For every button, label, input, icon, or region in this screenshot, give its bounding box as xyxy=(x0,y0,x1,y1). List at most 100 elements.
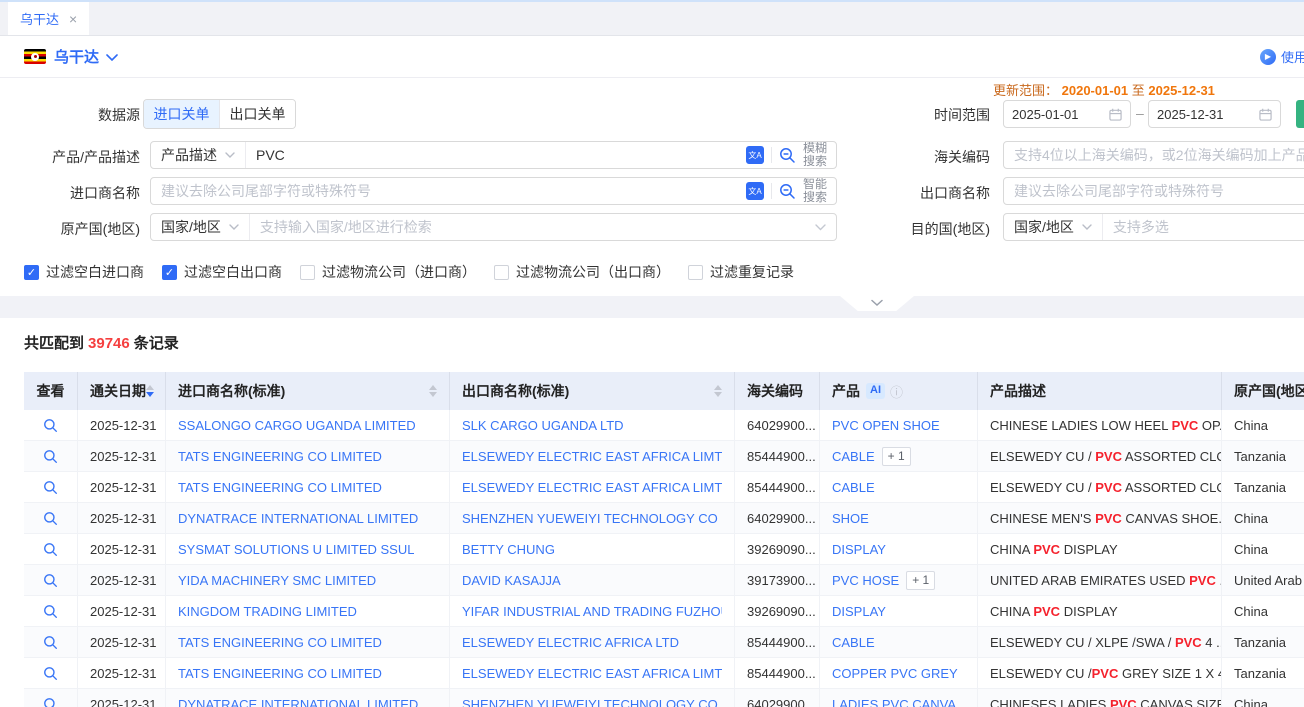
origin-type-select[interactable]: 国家/地区 xyxy=(151,214,250,240)
more-products-badge[interactable]: + 1 xyxy=(906,571,935,590)
cell-hs: 39269090... xyxy=(735,596,820,626)
importer-link[interactable]: TATS ENGINEERING CO LIMITED xyxy=(178,480,382,495)
exporter-link[interactable]: YIFAR INDUSTRIAL AND TRADING FUZHOU... xyxy=(462,604,722,619)
view-record-icon[interactable] xyxy=(43,480,58,495)
product-link[interactable]: SHOE xyxy=(832,511,869,526)
country-selector[interactable]: 乌干达 xyxy=(54,46,99,67)
sort-desc-icon[interactable] xyxy=(146,392,154,397)
sort-control[interactable] xyxy=(714,385,722,397)
date-start-input[interactable]: 2025-01-01 xyxy=(1003,100,1131,128)
view-record-icon[interactable] xyxy=(43,418,58,433)
search-button[interactable] xyxy=(1296,100,1304,128)
fuzzy-search-label[interactable]: 模糊搜索 xyxy=(803,142,827,168)
view-record-icon[interactable] xyxy=(43,573,58,588)
filter-checkbox[interactable]: ✓过滤空白进口商 xyxy=(24,262,144,282)
importer-link[interactable]: SYSMAT SOLUTIONS U LIMITED SSUL xyxy=(178,542,414,557)
cell-importer: DYNATRACE INTERNATIONAL LIMITED xyxy=(166,689,450,707)
product-link[interactable]: COPPER PVC GREY xyxy=(832,666,958,681)
product-link[interactable]: CABLE xyxy=(832,480,875,495)
exporter-link[interactable]: BETTY CHUNG xyxy=(462,542,555,557)
importer-input[interactable] xyxy=(151,179,737,203)
product-link[interactable]: DISPLAY xyxy=(832,542,886,557)
sort-desc-icon[interactable] xyxy=(714,392,722,397)
hs-code-input[interactable] xyxy=(1004,143,1304,167)
column-header-exporter[interactable]: 出口商名称(标准) xyxy=(450,372,735,410)
importer-link[interactable]: KINGDOM TRADING LIMITED xyxy=(178,604,357,619)
sort-asc-icon[interactable] xyxy=(146,385,154,390)
importer-link[interactable]: DYNATRACE INTERNATIONAL LIMITED xyxy=(178,511,418,526)
exporter-link[interactable]: ELSEWEDY ELECTRIC EAST AFRICA LIMTED xyxy=(462,480,722,495)
product-input[interactable] xyxy=(246,143,737,167)
exporter-link[interactable]: DAVID KASAJJA xyxy=(462,573,561,588)
importer-link[interactable]: TATS ENGINEERING CO LIMITED xyxy=(178,666,382,681)
product-link[interactable]: PVC OPEN SHOE xyxy=(832,418,940,433)
sort-asc-icon[interactable] xyxy=(714,385,722,390)
product-link[interactable]: LADIES PVC CANVA xyxy=(832,697,956,707)
date-value: 2025-12-31 xyxy=(90,573,157,588)
info-icon[interactable]: ⓘ xyxy=(890,382,903,401)
destination-country-input[interactable] xyxy=(1103,215,1304,239)
filter-checkbox[interactable]: ✓过滤空白出口商 xyxy=(162,262,282,282)
filter-checkbox[interactable]: 过滤重复记录 xyxy=(688,262,794,282)
destination-type-select[interactable]: 国家/地区 xyxy=(1004,214,1103,240)
sort-asc-icon[interactable] xyxy=(429,385,437,390)
chevron-down-icon[interactable] xyxy=(805,224,836,231)
product-link[interactable]: DISPLAY xyxy=(832,604,886,619)
smart-search-label[interactable]: 智能搜索 xyxy=(803,178,827,204)
cell-exporter: BETTY CHUNG xyxy=(450,534,735,564)
exporter-link[interactable]: ELSEWEDY ELECTRIC AFRICA LTD xyxy=(462,635,679,650)
view-record-icon[interactable] xyxy=(43,542,58,557)
column-header-importer[interactable]: 进口商名称(标准) xyxy=(166,372,450,410)
translate-icon[interactable]: 文A xyxy=(746,146,764,164)
filter-checkbox[interactable]: 过滤物流公司（进口商） xyxy=(300,262,476,282)
help-link[interactable]: ▶ 使用 xyxy=(1260,47,1304,66)
sort-control[interactable] xyxy=(146,385,154,397)
product-link[interactable]: PVC HOSE xyxy=(832,573,899,588)
column-header-date[interactable]: 通关日期 xyxy=(78,372,166,410)
smart-search-icon[interactable] xyxy=(779,183,796,200)
view-record-icon[interactable] xyxy=(43,604,58,619)
data-source-option[interactable]: 进口关单 xyxy=(144,100,219,128)
exporter-input[interactable] xyxy=(1004,179,1304,203)
cell-desc: ELSEWEDY CU /PVC GREY SIZE 1 X 4... xyxy=(978,658,1222,688)
divider xyxy=(771,147,772,163)
view-record-icon[interactable] xyxy=(43,635,58,650)
cell-origin: Tanzania xyxy=(1222,627,1304,657)
view-record-icon[interactable] xyxy=(43,511,58,526)
exporter-link[interactable]: SLK CARGO UGANDA LTD xyxy=(462,418,624,433)
hs-value: 85444900... xyxy=(747,666,816,681)
product-link[interactable]: CABLE xyxy=(832,449,875,464)
product-type-select[interactable]: 产品描述 xyxy=(151,142,246,168)
more-products-badge[interactable]: + 1 xyxy=(882,447,911,466)
update-range-start: 2020-01-01 xyxy=(1062,83,1129,98)
sort-control[interactable] xyxy=(429,385,437,397)
date-end-input[interactable]: 2025-12-31 xyxy=(1148,100,1281,128)
sort-desc-icon[interactable] xyxy=(429,392,437,397)
data-source-option[interactable]: 出口关单 xyxy=(219,100,295,128)
product-label: 产品/产品描述 xyxy=(0,147,140,167)
translate-icon[interactable]: 文A xyxy=(746,182,764,200)
collapse-form-button[interactable] xyxy=(840,296,914,311)
exporter-link[interactable]: ELSEWEDY ELECTRIC EAST AFRICA LIMTED xyxy=(462,666,722,681)
update-range-to: 至 xyxy=(1132,83,1145,98)
importer-link[interactable]: DYNATRACE INTERNATIONAL LIMITED xyxy=(178,697,418,707)
importer-link[interactable]: TATS ENGINEERING CO LIMITED xyxy=(178,449,382,464)
origin-country-input[interactable] xyxy=(250,215,805,239)
view-record-icon[interactable] xyxy=(43,666,58,681)
filter-checkbox[interactable]: 过滤物流公司（出口商） xyxy=(494,262,670,282)
filter-checkbox-label: 过滤物流公司（进口商） xyxy=(322,262,476,282)
product-link[interactable]: CABLE xyxy=(832,635,875,650)
importer-link[interactable]: TATS ENGINEERING CO LIMITED xyxy=(178,635,382,650)
close-icon[interactable]: × xyxy=(69,12,77,26)
importer-link[interactable]: SSALONGO CARGO UGANDA LIMITED xyxy=(178,418,416,433)
view-record-icon[interactable] xyxy=(43,449,58,464)
importer-link[interactable]: YIDA MACHINERY SMC LIMITED xyxy=(178,573,376,588)
tab-uganda[interactable]: 乌干达 × xyxy=(8,2,89,35)
view-record-icon[interactable] xyxy=(43,697,58,707)
exporter-link[interactable]: SHENZHEN YUEWEIYI TECHNOLOGY CO LTD xyxy=(462,511,722,526)
exporter-link[interactable]: ELSEWEDY ELECTRIC EAST AFRICA LIMTED xyxy=(462,449,722,464)
fuzzy-search-icon[interactable] xyxy=(779,147,796,164)
exporter-link[interactable]: SHENZHEN YUEWEIYI TECHNOLOGY CO LTD xyxy=(462,697,722,707)
cell-exporter: ELSEWEDY ELECTRIC AFRICA LTD xyxy=(450,627,735,657)
chevron-down-icon[interactable] xyxy=(106,54,118,61)
